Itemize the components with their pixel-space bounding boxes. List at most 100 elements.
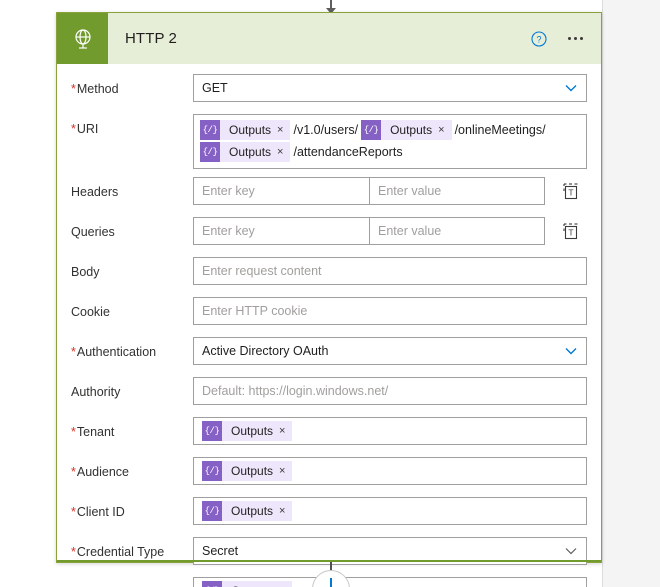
label-uri: *URI [71, 122, 99, 136]
field-row-method: *Method GET [71, 74, 587, 106]
required-marker: * [71, 122, 76, 136]
queries-value-input[interactable]: Enter value [369, 217, 545, 245]
field-row-body: Body Enter request content [71, 257, 587, 289]
token-remove-icon[interactable]: × [277, 146, 290, 158]
tenant-input[interactable]: {/} Outputs × [193, 417, 587, 445]
label-tenant: *Tenant [71, 425, 115, 439]
label-client-id: *Client ID [71, 505, 125, 519]
control-body: Enter request content [193, 257, 587, 285]
label-body: Body [71, 265, 100, 279]
authentication-dropdown[interactable]: Active Directory OAuth [193, 337, 587, 365]
required-marker: * [71, 465, 76, 479]
uri-static-text: /v1.0/users/ [293, 123, 359, 137]
uri-segment: {/} Outputs × /attendanceReports [200, 141, 406, 163]
switch-to-text-mode-icon[interactable]: T [558, 222, 584, 240]
token-label: Outputs [229, 145, 272, 159]
dynamic-content-token[interactable]: {/} Outputs × [200, 142, 291, 162]
authentication-value: Active Directory OAuth [202, 344, 329, 358]
dynamic-content-token[interactable]: {/} Outputs × [202, 581, 293, 587]
chevron-down-icon [565, 344, 577, 358]
token-remove-icon[interactable]: × [279, 505, 292, 517]
audience-input[interactable]: {/} Outputs × [193, 457, 587, 485]
switch-to-text-mode-icon[interactable]: T [558, 182, 584, 200]
dynamic-content-token[interactable]: {/} Outputs × [200, 120, 291, 140]
required-marker: * [71, 82, 76, 96]
label-headers: Headers [71, 185, 119, 199]
expression-icon: {/} [202, 461, 222, 481]
headers-key-input[interactable]: Enter key [193, 177, 369, 205]
control-uri: {/} Outputs × /v1.0/users/ {/} Outputs ×… [193, 114, 587, 169]
card-header-actions: ? [523, 13, 591, 64]
expression-icon: {/} [200, 120, 220, 140]
expression-icon: {/} [200, 142, 220, 162]
method-value: GET [202, 81, 228, 95]
token-remove-icon[interactable]: × [279, 425, 292, 437]
credential-type-value: Secret [202, 544, 239, 558]
svg-text:T: T [568, 187, 573, 197]
expression-icon: {/} [202, 581, 222, 587]
plus-icon [330, 578, 332, 587]
field-row-cookie: Cookie Enter HTTP cookie [71, 297, 587, 329]
chevron-down-icon [565, 81, 577, 95]
headers-keyvalue-row: Enter key Enter value T [193, 177, 587, 205]
required-marker: * [71, 505, 76, 519]
token-label: Outputs [231, 504, 274, 518]
card-title: HTTP 2 [125, 30, 178, 47]
headers-value-input[interactable]: Enter value [369, 177, 545, 205]
field-row-credential-type: *Credential Type Secret [71, 537, 587, 569]
label-queries: Queries [71, 225, 115, 239]
expression-icon: {/} [361, 120, 382, 140]
client-id-input[interactable]: {/} Outputs × [193, 497, 587, 525]
expression-icon: {/} [202, 421, 222, 441]
card-bottom-accent [57, 560, 601, 562]
dynamic-content-token[interactable]: {/} Outputs × [361, 120, 452, 140]
queries-key-input[interactable]: Enter key [193, 217, 369, 245]
field-row-uri: *URI {/} Outputs × /v1.0/users/ {/} Outp… [71, 114, 587, 169]
control-cookie: Enter HTTP cookie [193, 297, 587, 325]
control-method: GET [193, 74, 587, 102]
label-audience: *Audience [71, 465, 129, 479]
secret-input[interactable]: {/} Outputs × [193, 577, 587, 587]
ellipsis-glyph [567, 37, 583, 40]
token-remove-icon[interactable]: × [279, 465, 292, 477]
http-action-card[interactable]: HTTP 2 ? *Method GET *URI {/} Outputs × … [56, 12, 602, 587]
dynamic-content-token[interactable]: {/} Outputs × [202, 501, 293, 521]
control-queries: Enter key Enter value T [193, 217, 587, 245]
control-authentication: Active Directory OAuth [193, 337, 587, 365]
token-remove-icon[interactable]: × [277, 124, 290, 136]
flow-designer-canvas: HTTP 2 ? *Method GET *URI {/} Outputs × … [0, 0, 660, 587]
token-label: Outputs [229, 123, 272, 137]
field-row-authentication: *Authentication Active Directory OAuth [71, 337, 587, 369]
authority-input[interactable]: Default: https://login.windows.net/ [193, 377, 587, 405]
field-row-authority: Authority Default: https://login.windows… [71, 377, 587, 409]
body-input[interactable]: Enter request content [193, 257, 587, 285]
uri-static-text: /onlineMeetings/ [454, 123, 546, 137]
label-authentication: *Authentication [71, 345, 157, 359]
dynamic-content-token[interactable]: {/} Outputs × [202, 461, 293, 481]
svg-text:T: T [568, 227, 573, 237]
field-row-audience: *Audience {/} Outputs × [71, 457, 587, 489]
uri-input[interactable]: {/} Outputs × /v1.0/users/ {/} Outputs ×… [193, 114, 587, 169]
token-label: Outputs [231, 424, 274, 438]
uri-segment: {/} Outputs × /v1.0/users/ {/} Outputs ×… [200, 119, 549, 141]
more-options-icon[interactable] [559, 23, 591, 55]
help-icon[interactable]: ? [523, 23, 555, 55]
token-label: Outputs [390, 123, 433, 137]
dynamic-content-token[interactable]: {/} Outputs × [202, 421, 293, 441]
svg-text:?: ? [536, 34, 541, 44]
token-remove-icon[interactable]: × [438, 124, 451, 136]
method-dropdown[interactable]: GET [193, 74, 587, 102]
right-side-panel [602, 0, 660, 587]
label-method: *Method [71, 82, 119, 96]
token-label: Outputs [231, 464, 274, 478]
control-headers: Enter key Enter value T [193, 177, 587, 205]
field-row-tenant: *Tenant {/} Outputs × [71, 417, 587, 449]
required-marker: * [71, 425, 76, 439]
card-body: *Method GET *URI {/} Outputs × /v1.0/use… [57, 74, 601, 587]
required-marker: * [71, 345, 76, 359]
field-row-headers: Headers Enter key Enter value T [71, 177, 587, 209]
cookie-input[interactable]: Enter HTTP cookie [193, 297, 587, 325]
control-client-id: {/} Outputs × [193, 497, 587, 525]
chevron-down-icon [565, 544, 577, 558]
card-header[interactable]: HTTP 2 ? [57, 13, 601, 64]
